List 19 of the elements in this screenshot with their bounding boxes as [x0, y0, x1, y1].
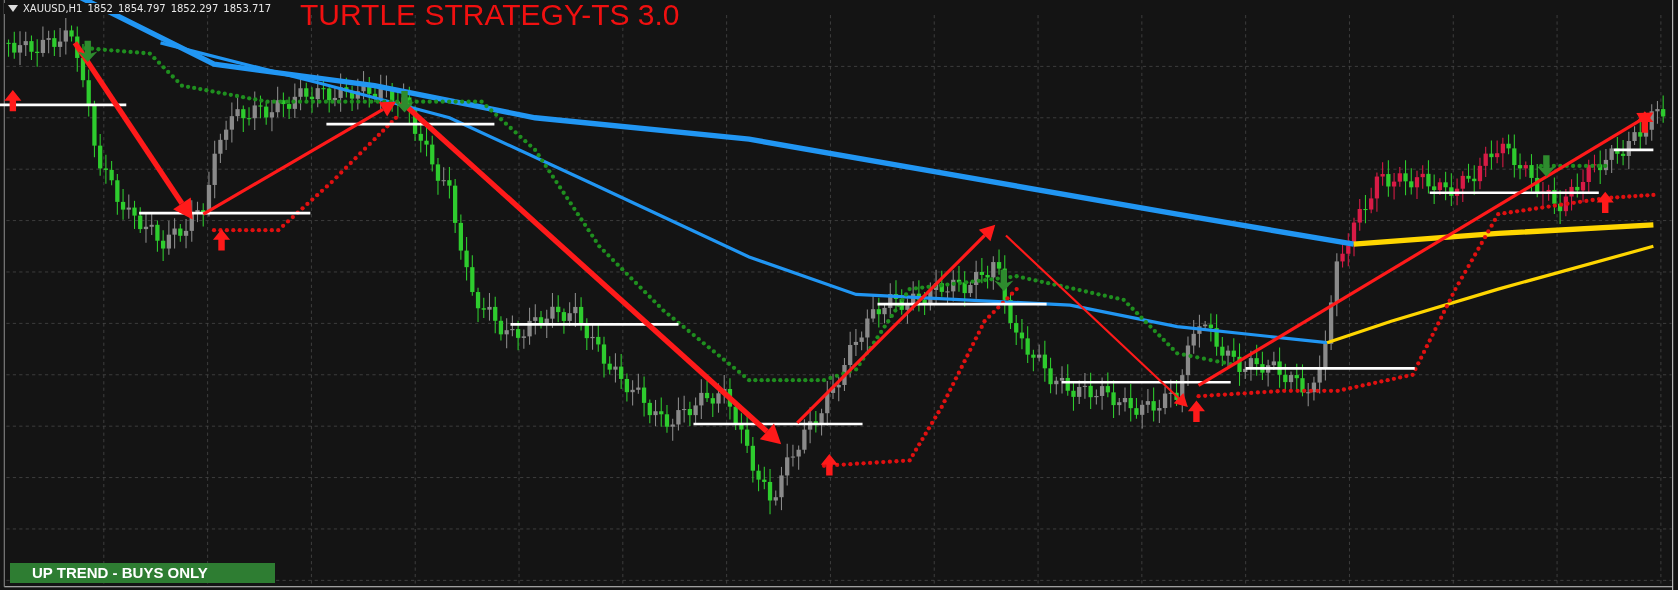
price-value: 1853.717	[223, 3, 272, 14]
down-arrow-icon	[994, 269, 1014, 292]
price-value: 1852	[87, 3, 113, 14]
up-arrow-icon	[1596, 191, 1614, 214]
down-arrow-icon	[1536, 155, 1556, 177]
level-line	[1613, 148, 1654, 152]
down-arrow-icon	[394, 91, 415, 113]
price-value: 1852.297	[170, 3, 219, 14]
chart-title: TURTLE STRATEGY-TS 3.0	[300, 0, 680, 32]
up-arrow-icon	[212, 229, 231, 251]
down-arrow-icon	[78, 40, 98, 63]
price-value: 1854.797	[117, 3, 166, 14]
up-arrow-icon	[4, 89, 22, 112]
dropdown-caret-icon[interactable]	[8, 4, 18, 13]
up-arrow-icon	[1187, 400, 1205, 422]
up-arrow-icon	[820, 454, 838, 476]
symbol-label: XAUUSD,H1	[23, 3, 83, 14]
trend-banner: UP TREND - BUYS ONLY	[10, 563, 275, 583]
up-arrow-icon	[1636, 111, 1654, 133]
